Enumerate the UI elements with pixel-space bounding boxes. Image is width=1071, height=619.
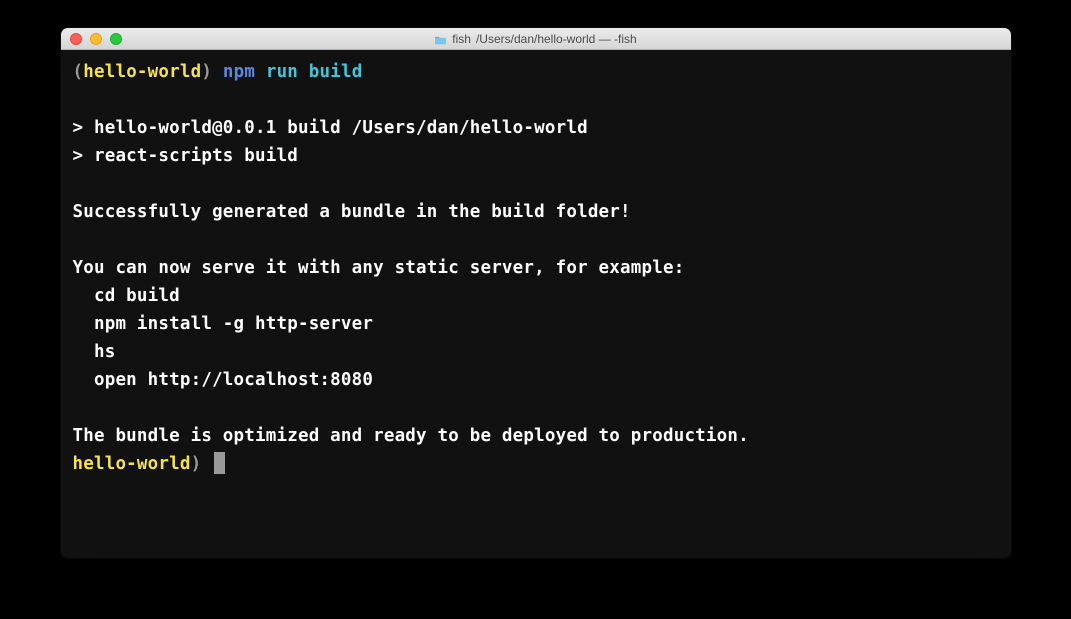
output-line: hs [73,342,116,362]
folder-icon [434,34,447,44]
maximize-button[interactable] [110,33,122,45]
prompt-bracket-close: ) [201,62,212,82]
output-line: > react-scripts build [73,146,298,166]
prompt2-bracket-close: ) [191,454,202,474]
cmd-run: run [266,62,298,82]
close-button[interactable] [70,33,82,45]
minimize-button[interactable] [90,33,102,45]
cmd-build: build [309,62,363,82]
output-line: The bundle is optimized and ready to be … [73,426,749,446]
output-line: open http://localhost:8080 [73,370,374,390]
traffic-lights [61,33,122,45]
cmd-npm: npm [223,62,255,82]
prompt-dir: hello-world [83,62,201,82]
title-path: /Users/dan/hello-world — -fish [476,32,637,46]
output-line: You can now serve it with any static ser… [73,258,685,278]
terminal-body[interactable]: (hello-world) npm run build > hello-worl… [61,50,1011,558]
output-line: Successfully generated a bundle in the b… [73,202,631,222]
window-title: fish /Users/dan/hello-world — -fish [61,32,1011,46]
cursor [214,452,225,474]
prompt-bracket-open: ( [73,62,84,82]
title-folder-name: fish [452,32,471,46]
output-line: > hello-world@0.0.1 build /Users/dan/hel… [73,118,588,138]
terminal-window: fish /Users/dan/hello-world — -fish (hel… [61,28,1011,558]
prompt2-dir: hello-world [73,454,191,474]
window-titlebar: fish /Users/dan/hello-world — -fish [61,28,1011,50]
output-line: cd build [73,286,180,306]
output-line: npm install -g http-server [73,314,374,334]
